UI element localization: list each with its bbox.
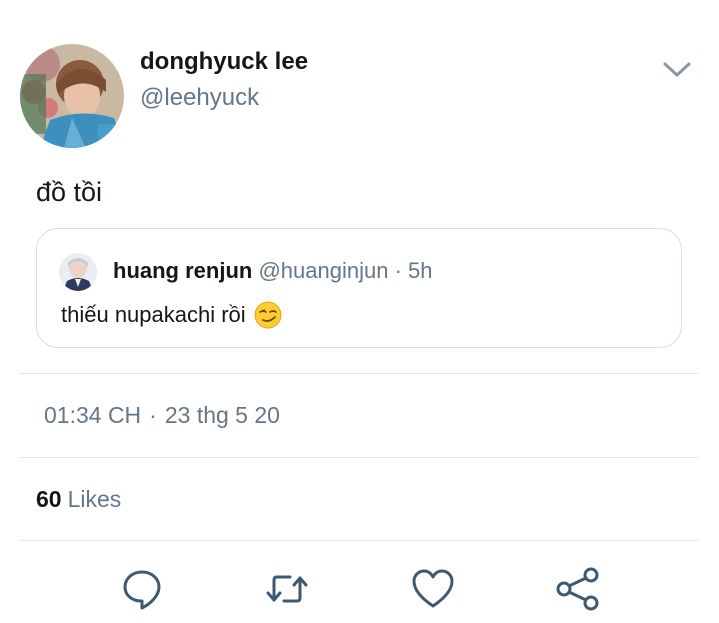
quoted-tweet[interactable]: huang renjun @huanginjun · 5h thiếu nupa… xyxy=(36,228,682,348)
reply-icon[interactable] xyxy=(119,566,165,612)
quoted-text-content: thiếu nupakachi rồi xyxy=(61,302,246,327)
divider xyxy=(20,540,699,541)
heart-icon[interactable] xyxy=(410,566,456,612)
smirking-face-emoji-icon xyxy=(254,301,282,329)
timestamp-separator: · xyxy=(149,402,157,428)
tweet-detail: donghyuck lee @leehyuck đồ tồi huang ren… xyxy=(0,0,719,623)
author-handle[interactable]: @leehyuck xyxy=(140,84,259,112)
quoted-author-name: huang renjun xyxy=(113,258,253,283)
chevron-down-icon[interactable] xyxy=(660,56,694,82)
quoted-tweet-header: huang renjun @huanginjun · 5h xyxy=(113,258,433,284)
likes-label: Likes xyxy=(67,486,122,512)
quoted-time: 5h xyxy=(408,258,433,283)
author-display-name[interactable]: donghyuck lee xyxy=(140,48,308,76)
divider xyxy=(20,373,699,374)
retweet-icon[interactable] xyxy=(264,566,310,612)
quoted-separator: · xyxy=(394,258,402,283)
tweet-time: 01:34 CH xyxy=(44,402,142,428)
author-avatar[interactable] xyxy=(20,44,124,148)
quoted-author-avatar xyxy=(59,253,97,291)
likes-count-link[interactable]: 60 Likes xyxy=(36,486,121,513)
quoted-tweet-text: thiếu nupakachi rồi xyxy=(61,301,282,329)
share-icon[interactable] xyxy=(555,566,601,612)
likes-count: 60 xyxy=(36,486,62,512)
divider xyxy=(20,457,699,458)
tweet-text: đồ tồi xyxy=(36,177,103,207)
quoted-author-handle: @huanginjun xyxy=(258,258,389,283)
tweet-date: 23 thg 5 20 xyxy=(164,402,280,428)
tweet-timestamp: 01:34 CH · 23 thg 5 20 xyxy=(44,402,280,429)
